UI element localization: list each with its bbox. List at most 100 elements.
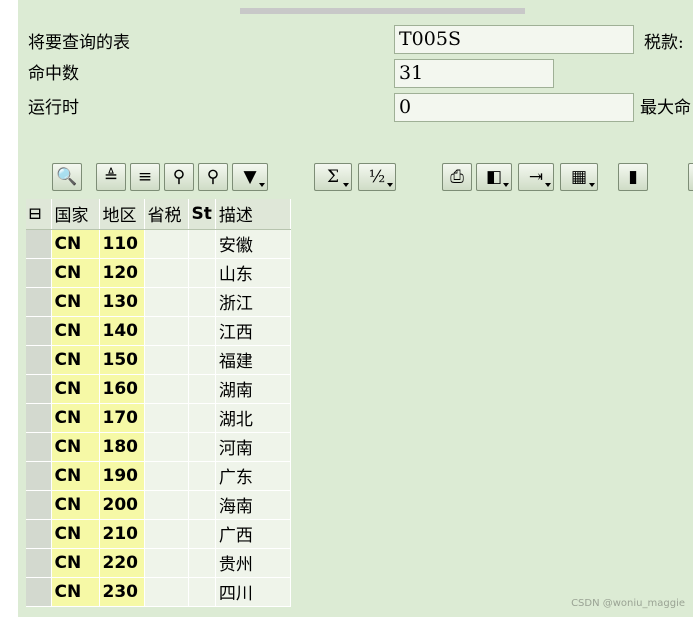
cell-description: 江西 (215, 316, 291, 346)
table-row[interactable]: CN 160 湖南 (26, 374, 291, 404)
cell-description: 山东 (215, 258, 291, 288)
row-selector[interactable] (26, 490, 52, 520)
cell-tax (144, 461, 189, 491)
cell-st (188, 432, 216, 462)
table-row[interactable]: CN 180 河南 (26, 432, 291, 462)
cell-region: 140 (99, 316, 145, 346)
find-next-icon[interactable]: ⚲ (198, 163, 228, 191)
cell-tax (144, 374, 189, 404)
cell-tax (144, 519, 189, 549)
row-selector[interactable] (26, 345, 52, 375)
runtime-label: 运行时 (28, 98, 79, 118)
cell-tax (144, 258, 189, 288)
tax-label: 税款: (644, 33, 684, 53)
table-row[interactable]: CN 220 贵州 (26, 548, 291, 578)
cell-st (188, 374, 216, 404)
cell-tax (144, 316, 189, 346)
row-selector[interactable] (26, 461, 52, 491)
details-icon[interactable]: 🔍 (52, 163, 82, 191)
table-row[interactable]: CN 170 湖北 (26, 403, 291, 433)
cell-st (188, 287, 216, 317)
cell-region: 110 (99, 229, 145, 259)
cell-st (188, 577, 216, 607)
column-header-tax[interactable]: 省税 (144, 199, 189, 230)
subtotal-icon[interactable]: ½ (358, 163, 396, 191)
cell-region: 130 (99, 287, 145, 317)
row-selector[interactable] (26, 577, 52, 607)
cell-country: CN (51, 345, 100, 375)
cell-tax (144, 548, 189, 578)
table-row[interactable]: CN 120 山东 (26, 258, 291, 288)
table-row[interactable]: CN 150 福建 (26, 345, 291, 375)
sum-icon[interactable]: Σ (314, 163, 352, 191)
table-row[interactable]: CN 130 浙江 (26, 287, 291, 317)
cell-st (188, 345, 216, 375)
cell-country: CN (51, 287, 100, 317)
sort-ascending-icon[interactable]: ≜ (96, 163, 126, 191)
grid-body: CN 110 安徽 CN 120 山东 CN 130 浙江 CN 140 江西 CN 150 福建 CN 160… (26, 229, 291, 607)
column-header-region[interactable]: 地区 (99, 199, 145, 230)
cell-description: 广东 (215, 461, 291, 491)
find-icon[interactable]: ⚲ (164, 163, 194, 191)
row-selector[interactable] (26, 316, 52, 346)
select-all-icon[interactable]: ⊟ (26, 199, 52, 230)
cell-st (188, 490, 216, 520)
column-header-description[interactable]: 描述 (215, 199, 291, 230)
cell-description: 湖北 (215, 403, 291, 433)
print-icon[interactable]: ⎙ (442, 163, 472, 191)
cell-country: CN (51, 229, 100, 259)
column-header-st[interactable]: St (188, 199, 216, 230)
hits-label: 命中数 (28, 64, 79, 84)
cell-st (188, 258, 216, 288)
cell-st (188, 519, 216, 549)
table-name-field[interactable]: T005S (394, 25, 634, 54)
cell-country: CN (51, 258, 100, 288)
cell-tax (144, 345, 189, 375)
row-selector[interactable] (26, 403, 52, 433)
layout-icon[interactable]: ▦ (560, 163, 598, 191)
cell-country: CN (51, 519, 100, 549)
export-icon[interactable]: ⇥ (518, 163, 554, 191)
row-selector[interactable] (26, 432, 52, 462)
cell-country: CN (51, 403, 100, 433)
cell-tax (144, 229, 189, 259)
cell-description: 安徽 (215, 229, 291, 259)
runtime-field: 0 (394, 93, 634, 122)
more-icon[interactable]: □ (688, 163, 693, 191)
row-selector[interactable] (26, 287, 52, 317)
row-selector[interactable] (26, 374, 52, 404)
cell-tax (144, 432, 189, 462)
row-selector[interactable] (26, 258, 52, 288)
table-row[interactable]: CN 140 江西 (26, 316, 291, 346)
main-frame: 将要查询的表 T005S 税款: 命中数 31 运行时 0 最大命 🔍 ≜ ≡ … (18, 0, 693, 617)
sort-descending-icon[interactable]: ≡ (130, 163, 160, 191)
alv-toolbar: 🔍 ≜ ≡ ⚲ ⚲ ▼ Σ ½ ⎙ ◧ ⇥ ▦ ▮ □ (52, 163, 693, 193)
cell-region: 200 (99, 490, 145, 520)
cell-country: CN (51, 548, 100, 578)
cell-description: 广西 (215, 519, 291, 549)
cell-region: 120 (99, 258, 145, 288)
row-selector[interactable] (26, 548, 52, 578)
table-row[interactable]: CN 110 安徽 (26, 229, 291, 259)
cell-country: CN (51, 461, 100, 491)
cell-st (188, 229, 216, 259)
cell-st (188, 316, 216, 346)
cell-country: CN (51, 490, 100, 520)
print-preview-icon[interactable]: ◧ (476, 163, 512, 191)
table-row[interactable]: CN 200 海南 (26, 490, 291, 520)
table-row[interactable]: CN 210 广西 (26, 519, 291, 549)
row-selector[interactable] (26, 229, 52, 259)
chart-icon[interactable]: ▮ (618, 163, 648, 191)
watermark: CSDN @woniu_maggie (571, 598, 685, 609)
filter-icon[interactable]: ▼ (232, 163, 268, 191)
top-scroll-indicator (240, 8, 525, 14)
table-row[interactable]: CN 190 广东 (26, 461, 291, 491)
max-hits-label: 最大命 (640, 98, 691, 118)
cell-description: 四川 (215, 577, 291, 607)
table-row[interactable]: CN 230 四川 (26, 577, 291, 607)
row-selector[interactable] (26, 519, 52, 549)
hits-field: 31 (394, 59, 554, 88)
cell-region: 150 (99, 345, 145, 375)
cell-st (188, 403, 216, 433)
column-header-country[interactable]: 国家 (51, 199, 100, 230)
